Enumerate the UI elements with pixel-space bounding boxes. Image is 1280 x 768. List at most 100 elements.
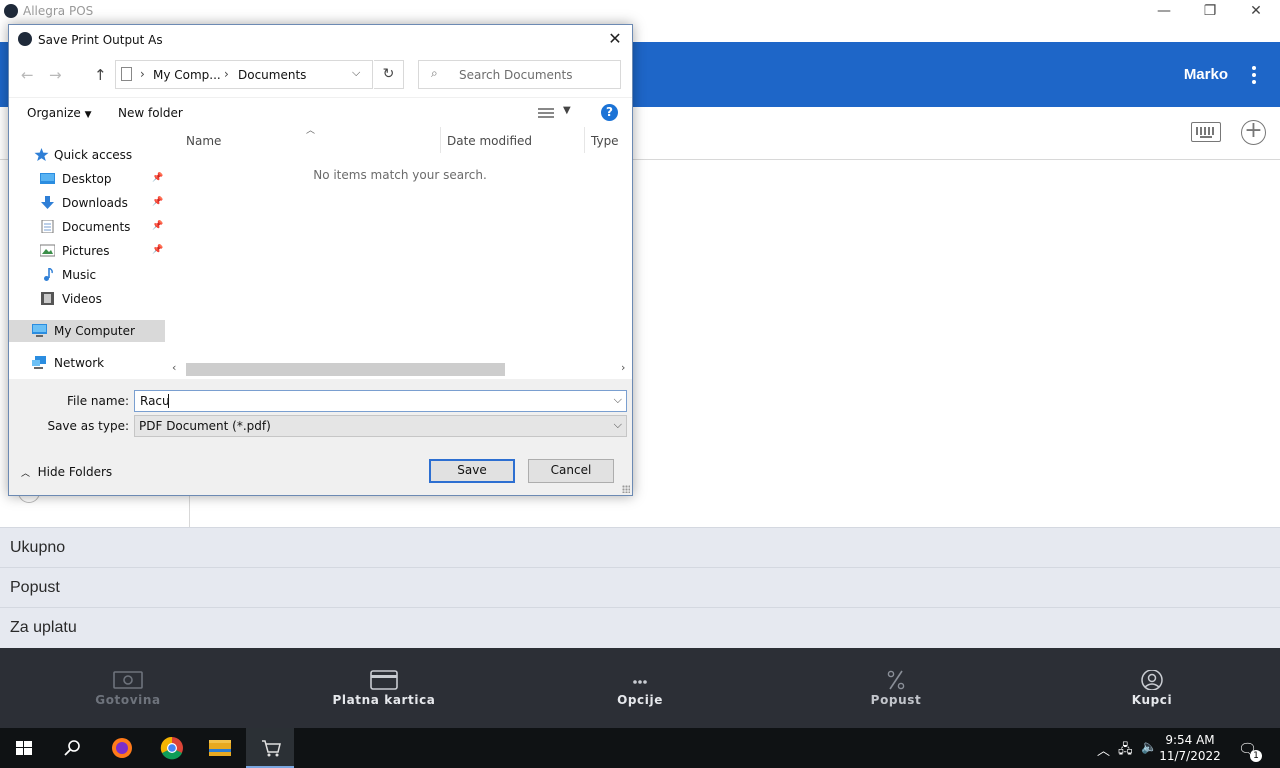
- breadcrumb-documents[interactable]: Documents: [238, 68, 306, 82]
- tree-item-label: Music: [62, 268, 97, 282]
- dialog-titlebar[interactable]: Save Print Output As ✕: [9, 25, 632, 55]
- payment-bar: Gotovina Platna kartica Opcije Popust Ku…: [0, 648, 1280, 728]
- app-titlebar: Allegra POS — ❐ ✕: [0, 0, 1280, 24]
- allegra-taskbar-button[interactable]: [246, 728, 294, 768]
- sort-caret-icon: ︿: [306, 126, 316, 136]
- file-name-value: Racu: [140, 394, 170, 408]
- scroll-right-icon[interactable]: ›: [621, 361, 625, 374]
- search-placeholder: Search Documents: [459, 68, 573, 82]
- documents-icon: [121, 67, 132, 81]
- app-logo-icon: [18, 32, 32, 46]
- explorer-taskbar-button[interactable]: [196, 728, 244, 768]
- save-type-value: PDF Document (*.pdf): [139, 419, 271, 433]
- tree-item-label: Desktop: [62, 172, 112, 186]
- tree-item-music[interactable]: Music: [9, 264, 165, 286]
- more-menu-icon[interactable]: [1250, 66, 1258, 86]
- close-window-icon[interactable]: ✕: [1233, 0, 1279, 24]
- column-type[interactable]: Type: [591, 134, 619, 148]
- chrome-taskbar-button[interactable]: [148, 728, 196, 768]
- save-dialog: Save Print Output As ✕ ← → ↑ › My Comp..…: [8, 24, 633, 496]
- cash-label: Gotovina: [95, 693, 161, 707]
- file-name-label: File name:: [67, 394, 129, 408]
- chevron-up-icon: ︿: [21, 469, 31, 479]
- back-arrow-icon[interactable]: ←: [21, 66, 34, 84]
- save-button[interactable]: Save: [429, 459, 515, 483]
- cancel-button[interactable]: Cancel: [528, 459, 614, 483]
- navigation-bar: ← → ↑ › My Comp... › Documents ⌵ ↻ ⌕ Sea…: [9, 55, 632, 97]
- clock-time: 9:54 AM: [1165, 733, 1215, 747]
- refresh-icon[interactable]: ↻: [374, 60, 404, 89]
- options-button[interactable]: Opcije: [512, 648, 768, 728]
- pictures-icon: [40, 244, 55, 257]
- documents-icon: [41, 220, 54, 233]
- organize-label: Organize: [27, 106, 81, 120]
- tree-item-label: Quick access: [54, 148, 133, 162]
- add-icon[interactable]: +: [1241, 120, 1266, 145]
- keyboard-icon[interactable]: [1191, 122, 1221, 142]
- tree-item-documents[interactable]: Documents 📌: [9, 216, 165, 238]
- more-icon: [633, 680, 647, 684]
- tree-item-quick-access[interactable]: Quick access: [9, 144, 165, 166]
- restore-icon[interactable]: ❐: [1187, 0, 1233, 24]
- amount-due-row: Za uplatu: [0, 607, 1280, 647]
- navigation-pane: Quick access Desktop 📌 Downloads 📌 Docum…: [9, 127, 165, 379]
- tree-item-downloads[interactable]: Downloads 📌: [9, 192, 165, 214]
- pin-icon[interactable]: 📌: [152, 197, 163, 207]
- start-button[interactable]: [0, 728, 48, 768]
- network-tray-icon[interactable]: 🖧: [1118, 740, 1133, 762]
- close-icon[interactable]: ✕: [598, 25, 632, 55]
- scrollbar-thumb[interactable]: [186, 363, 505, 376]
- tree-item-videos[interactable]: Videos: [9, 288, 165, 310]
- chevron-up-icon[interactable]: ︿: [1097, 740, 1110, 759]
- column-name[interactable]: Name: [186, 134, 221, 148]
- cash-button[interactable]: Gotovina: [0, 648, 256, 728]
- pin-icon[interactable]: 📌: [152, 173, 163, 183]
- column-divider: [584, 127, 585, 153]
- view-options-icon[interactable]: [538, 107, 554, 118]
- discount-button[interactable]: Popust: [768, 648, 1024, 728]
- file-name-field[interactable]: Racu ⌵: [134, 390, 627, 412]
- resize-grip-icon[interactable]: [622, 485, 630, 493]
- tree-item-my-computer[interactable]: My Computer: [9, 320, 165, 342]
- scroll-left-icon[interactable]: ‹: [172, 361, 176, 374]
- app-logo-icon: [4, 4, 18, 18]
- up-arrow-icon[interactable]: ↑: [94, 66, 107, 84]
- breadcrumb-my-computer[interactable]: My Comp...: [153, 68, 221, 82]
- address-bar[interactable]: › My Comp... › Documents ⌵: [115, 60, 373, 89]
- firefox-taskbar-button[interactable]: [98, 728, 146, 768]
- user-name[interactable]: Marko: [1184, 66, 1228, 83]
- volume-icon[interactable]: 🔈: [1141, 740, 1157, 755]
- clock[interactable]: 9:54 AM 11/7/2022: [1158, 732, 1222, 764]
- horizontal-scrollbar[interactable]: ‹ ›: [165, 359, 632, 379]
- tree-item-label: Pictures: [62, 244, 110, 258]
- pin-icon[interactable]: 📌: [152, 245, 163, 255]
- card-button[interactable]: Platna kartica: [256, 648, 512, 728]
- help-icon[interactable]: ?: [601, 104, 618, 121]
- hide-folders-button[interactable]: ︿ Hide Folders: [21, 465, 112, 479]
- network-icon: [32, 356, 46, 369]
- tree-item-label: Videos: [62, 292, 102, 306]
- dialog-title: Save Print Output As: [38, 33, 163, 47]
- minimize-icon[interactable]: —: [1141, 0, 1187, 24]
- customers-button[interactable]: Kupci: [1024, 648, 1280, 728]
- column-date-modified[interactable]: Date modified: [447, 134, 532, 148]
- desktop-icon: [40, 173, 55, 184]
- chevron-down-icon[interactable]: ⌵: [352, 66, 360, 80]
- chevron-down-icon[interactable]: ▼: [563, 105, 571, 116]
- pin-icon[interactable]: 📌: [152, 221, 163, 231]
- organize-button[interactable]: Organize ▼: [27, 106, 92, 120]
- star-icon: [34, 148, 49, 161]
- tree-item-desktop[interactable]: Desktop 📌: [9, 168, 165, 190]
- text-caret: [168, 394, 169, 408]
- windows-icon: [16, 741, 32, 755]
- tree-item-network[interactable]: Network: [9, 352, 165, 374]
- forward-arrow-icon[interactable]: →: [49, 66, 62, 84]
- discount-row: Popust: [0, 567, 1280, 607]
- search-taskbar-button[interactable]: [48, 728, 96, 768]
- search-icon: ⌕: [431, 66, 438, 80]
- new-folder-button[interactable]: New folder: [118, 106, 183, 120]
- search-input[interactable]: ⌕ Search Documents: [418, 60, 621, 89]
- chevron-down-icon[interactable]: ⌵: [614, 393, 622, 407]
- save-type-select[interactable]: PDF Document (*.pdf) ⌵: [134, 415, 627, 437]
- tree-item-pictures[interactable]: Pictures 📌: [9, 240, 165, 262]
